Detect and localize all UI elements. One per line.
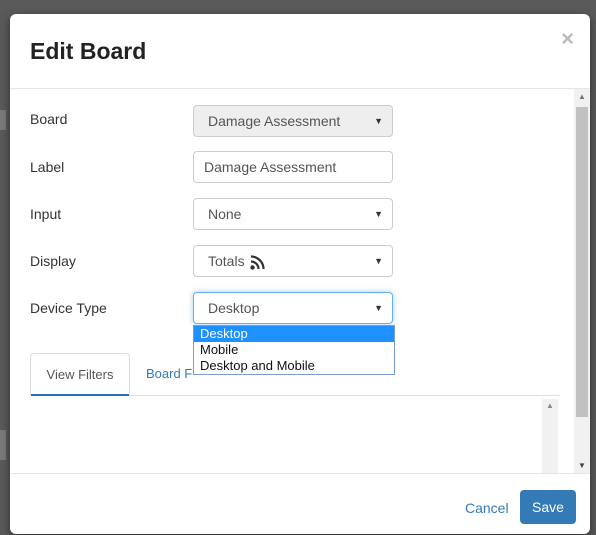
display-label: Display (30, 253, 76, 269)
device-type-select-value: Desktop (208, 300, 260, 316)
chevron-down-icon: ▼ (374, 209, 383, 219)
label-input-value: Damage Assessment (204, 159, 337, 175)
scroll-down-icon[interactable]: ▼ (578, 461, 586, 470)
board-select: Damage Assessment ▼ (193, 105, 393, 137)
tab-board-f[interactable]: Board F (146, 353, 192, 394)
display-select[interactable]: Totals ▼ (193, 245, 393, 277)
edit-board-modal: Edit Board × Board Damage Assessment ▼ L… (10, 14, 590, 534)
rss-icon (250, 255, 266, 270)
display-select-value: Totals (208, 253, 245, 269)
label-label: Label (30, 159, 65, 175)
tab-view-filters[interactable]: View Filters (30, 353, 130, 396)
board-select-value: Damage Assessment (208, 113, 341, 129)
cancel-button[interactable]: Cancel (465, 500, 509, 516)
option-desktop[interactable]: Desktop (194, 326, 394, 342)
scrollbar-thumb[interactable] (576, 107, 588, 417)
tab-content-scrollbar[interactable]: ▲ (542, 399, 558, 473)
modal-body-scrollbar[interactable]: ▲ ▼ (574, 89, 590, 473)
input-select[interactable]: None ▼ (193, 198, 393, 230)
close-icon[interactable]: × (561, 28, 574, 50)
board-label: Board (30, 111, 68, 127)
option-mobile[interactable]: Mobile (194, 342, 394, 358)
device-type-options: Desktop Mobile Desktop and Mobile (193, 325, 395, 375)
option-desktop-and-mobile[interactable]: Desktop and Mobile (194, 358, 394, 374)
modal-footer: Cancel Save (10, 473, 590, 534)
modal-body: Board Damage Assessment ▼ Label Damage A… (10, 89, 590, 473)
save-button[interactable]: Save (520, 490, 576, 524)
chevron-down-icon: ▼ (374, 303, 383, 313)
input-select-value: None (208, 206, 242, 222)
scroll-up-icon[interactable]: ▲ (578, 92, 586, 101)
modal-title: Edit Board (30, 38, 147, 64)
backdrop-stripe (0, 110, 6, 130)
backdrop-stripe (0, 430, 6, 460)
input-label: Input (30, 206, 62, 222)
device-type-select[interactable]: Desktop ▼ (193, 292, 393, 324)
scroll-up-icon[interactable]: ▲ (546, 401, 554, 410)
modal-header: Edit Board × (10, 14, 590, 89)
chevron-down-icon: ▼ (374, 256, 383, 266)
label-input[interactable]: Damage Assessment (193, 151, 393, 183)
device-type-label: Device Type (30, 300, 107, 316)
chevron-down-icon: ▼ (374, 116, 383, 126)
